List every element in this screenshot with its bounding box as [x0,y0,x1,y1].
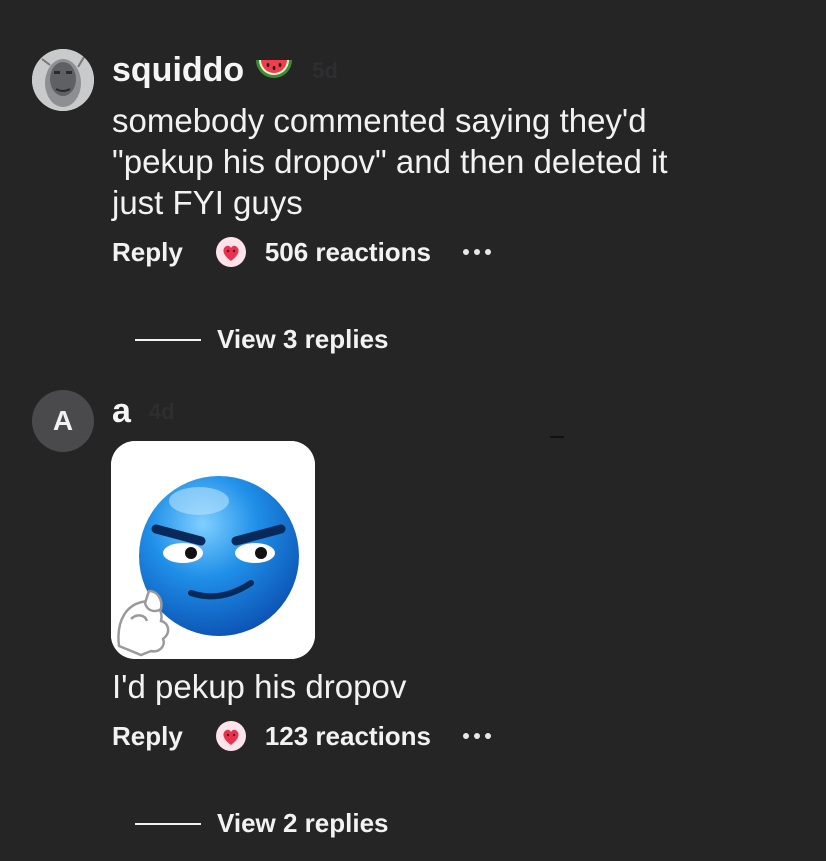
heart-face-icon[interactable] [215,236,247,268]
dot-icon [485,249,492,255]
dot-icon [463,249,470,255]
reaction-count[interactable]: 123 reactions [265,721,431,752]
reaction-count[interactable]: 506 reactions [265,237,431,268]
divider-line [135,338,201,341]
timestamp: 4d [148,398,175,424]
comment-actions: Reply 123 reactions [112,720,492,752]
divider-mark [550,436,564,438]
avatar[interactable] [32,49,94,111]
heart-face-icon[interactable] [215,720,247,752]
view-replies-label[interactable]: View 2 replies [217,808,389,839]
comment-text: somebody commented saying they'd "pekup … [112,102,668,221]
more-options-button[interactable] [463,733,492,739]
view-replies-button[interactable]: View 2 replies [135,808,389,839]
blue-smirk-emoji-icon [111,441,315,659]
timestamp: 5d [312,57,338,83]
comment-actions: Reply 506 reactions [112,236,492,268]
comments-thread: squiddo 5d somebody commented saying the… [0,0,826,861]
reply-button[interactable]: Reply [112,237,183,268]
username[interactable]: a 4d [112,392,175,431]
more-options-button[interactable] [463,249,492,255]
username[interactable]: squiddo 5d [112,51,338,90]
avatar-photo-icon [32,49,94,111]
divider-line [135,822,201,825]
dot-icon [485,733,492,739]
view-replies-button[interactable]: View 3 replies [135,324,389,355]
dot-icon [474,733,481,739]
watermelon-icon [254,56,294,86]
dot-icon [474,249,481,255]
avatar[interactable]: A [32,390,94,452]
view-replies-label[interactable]: View 3 replies [217,324,389,355]
username-text[interactable]: a [112,392,131,431]
username-text[interactable]: squiddo [112,51,244,90]
avatar-letter: A [52,405,74,436]
dot-icon [463,733,470,739]
sticker-image[interactable] [111,441,315,659]
reply-button[interactable]: Reply [112,721,183,752]
comment-text: I'd pekup his dropov [112,668,407,705]
